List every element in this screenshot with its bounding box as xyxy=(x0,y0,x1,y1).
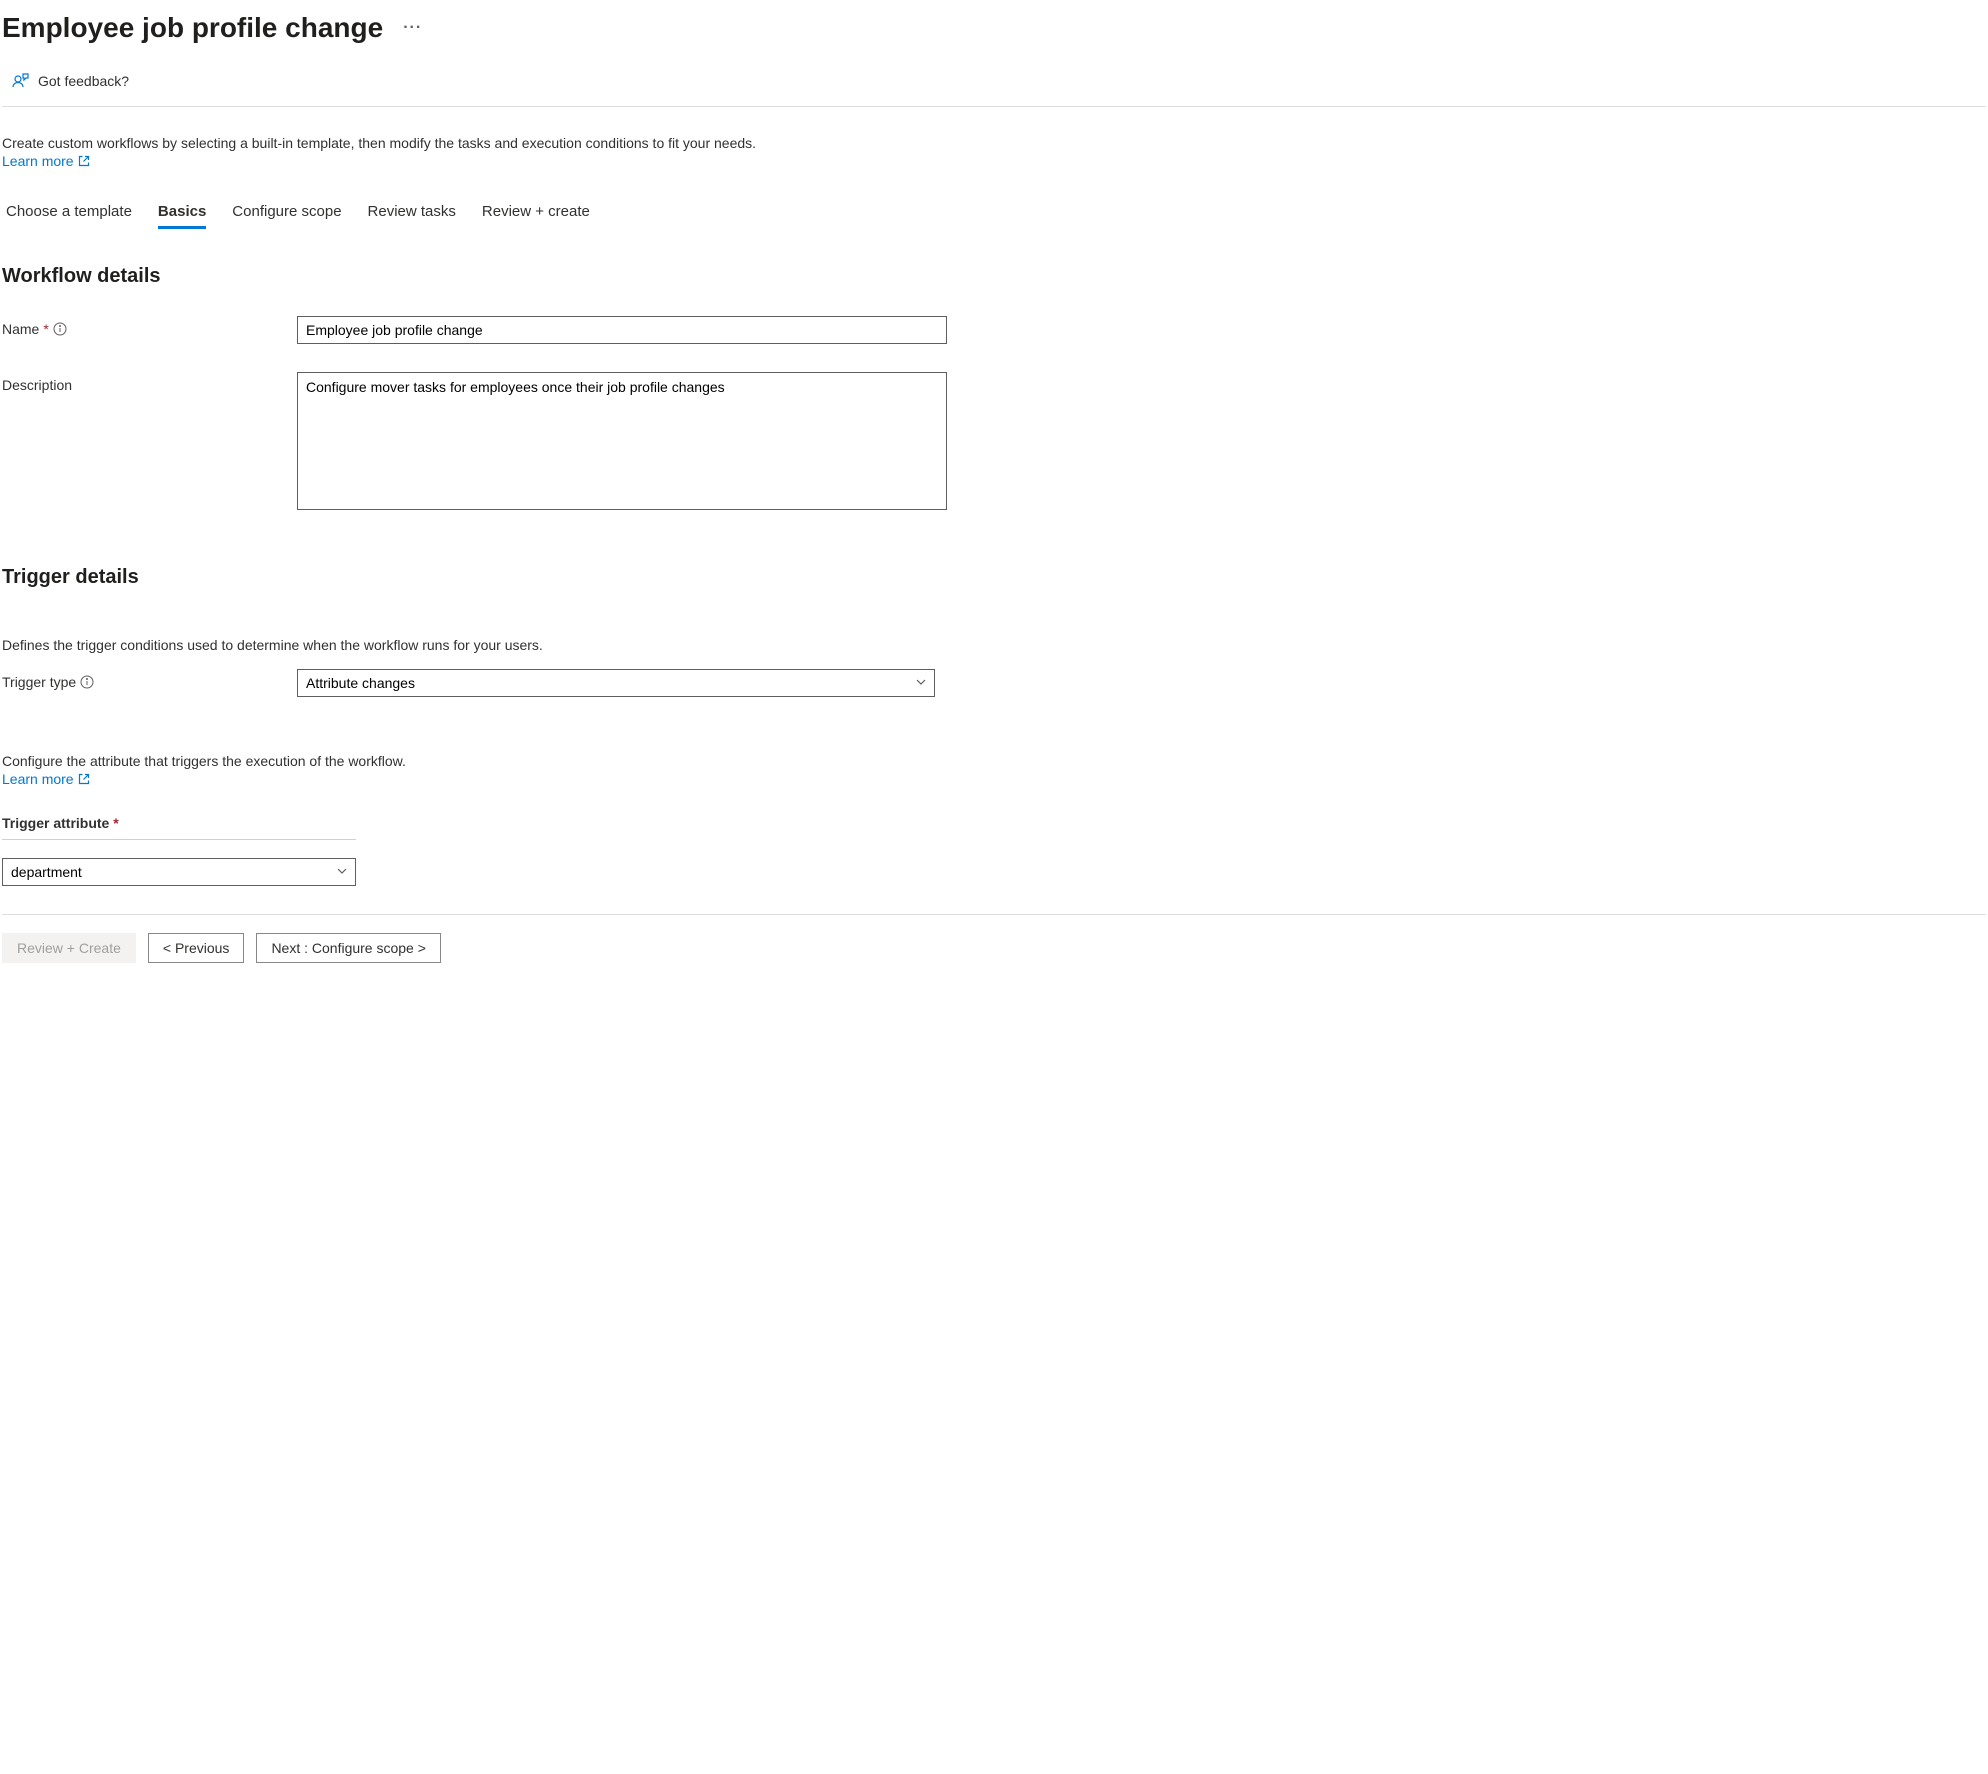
feedback-icon xyxy=(12,72,30,90)
trigger-type-label-text: Trigger type xyxy=(2,674,76,690)
section-workflow-details-title: Workflow details xyxy=(2,265,1986,288)
description-input[interactable]: Configure mover tasks for employees once… xyxy=(297,372,947,510)
tabs: Choose a template Basics Configure scope… xyxy=(2,197,1986,229)
name-input[interactable] xyxy=(297,316,947,344)
tab-review-create[interactable]: Review + create xyxy=(482,197,590,229)
trigger-helper-text-2: Configure the attribute that triggers th… xyxy=(2,753,1986,769)
trigger-type-select[interactable]: Attribute changes xyxy=(297,669,935,697)
previous-button[interactable]: < Previous xyxy=(148,933,245,963)
learn-more-label: Learn more xyxy=(2,153,74,169)
more-actions-icon[interactable]: ··· xyxy=(403,20,422,36)
info-icon[interactable] xyxy=(53,322,67,336)
learn-more-link[interactable]: Learn more xyxy=(2,153,90,169)
trigger-attribute-value: department xyxy=(11,864,82,880)
external-link-icon xyxy=(78,155,90,167)
feedback-button[interactable]: Got feedback? xyxy=(2,68,139,94)
info-icon[interactable] xyxy=(80,675,94,689)
section-trigger-details-title: Trigger details xyxy=(2,566,1986,589)
trigger-attribute-select[interactable]: department xyxy=(2,858,356,886)
review-create-button: Review + Create xyxy=(2,933,136,963)
tab-choose-template[interactable]: Choose a template xyxy=(6,197,132,229)
description-label-text: Description xyxy=(2,377,72,393)
intro-text: Create custom workflows by selecting a b… xyxy=(2,135,1986,151)
tab-basics[interactable]: Basics xyxy=(158,197,206,229)
external-link-icon xyxy=(78,773,90,785)
learn-more-label-2: Learn more xyxy=(2,771,74,787)
trigger-helper-text-1: Defines the trigger conditions used to d… xyxy=(2,637,1986,653)
next-button[interactable]: Next : Configure scope > xyxy=(256,933,440,963)
required-indicator: * xyxy=(113,815,118,831)
description-label: Description xyxy=(2,372,297,393)
trigger-attribute-label: Trigger attribute * xyxy=(2,815,1986,831)
required-indicator: * xyxy=(43,321,48,337)
tab-configure-scope[interactable]: Configure scope xyxy=(232,197,341,229)
name-label-text: Name xyxy=(2,321,39,337)
trigger-type-label: Trigger type xyxy=(2,669,297,690)
name-label: Name * xyxy=(2,316,297,337)
trigger-attribute-label-text: Trigger attribute xyxy=(2,815,109,831)
page-title: Employee job profile change xyxy=(2,12,383,44)
trigger-type-value: Attribute changes xyxy=(306,675,415,691)
learn-more-link-2[interactable]: Learn more xyxy=(2,771,90,787)
feedback-label: Got feedback? xyxy=(38,73,129,89)
tab-review-tasks[interactable]: Review tasks xyxy=(368,197,456,229)
